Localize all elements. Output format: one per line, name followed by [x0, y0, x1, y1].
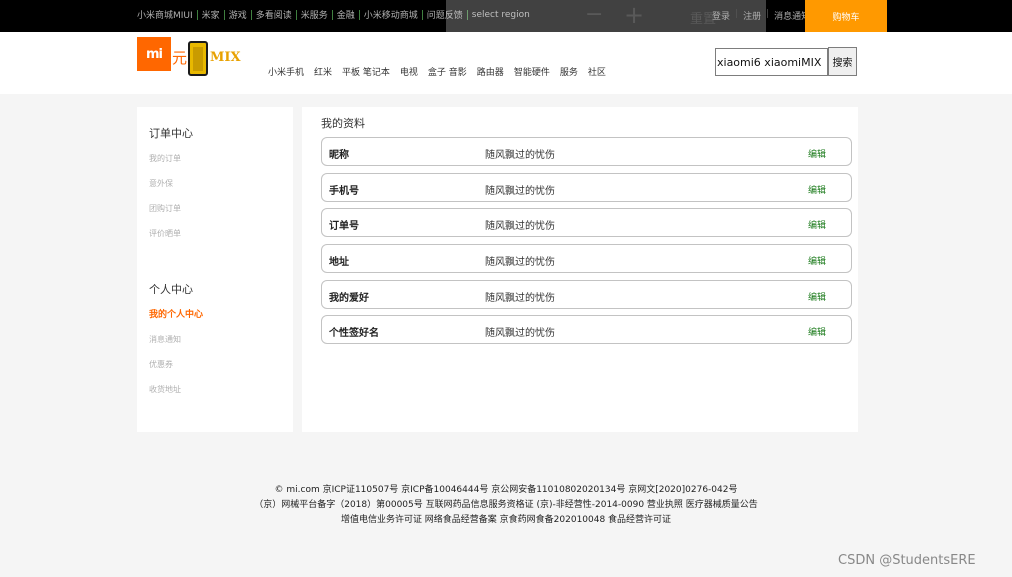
nav-item-phone[interactable]: 小米手机	[268, 65, 304, 78]
nav-item-smart[interactable]: 智能硬件	[514, 65, 550, 78]
row-value: 随风飘过的忧伤	[485, 186, 555, 197]
register-link[interactable]: 注册	[743, 9, 761, 22]
row-label: 订单号	[329, 221, 359, 232]
footer-line-3: 增值电信业务许可证 网络食品经营备案 京食药网食备202010048 食品经营许…	[340, 515, 672, 525]
edit-button[interactable]: 编辑	[808, 325, 826, 338]
personal-center-title: 个人中心	[149, 283, 193, 296]
sidebar-item-messages[interactable]: 消息通知	[149, 334, 181, 345]
row-value: 随风飘过的忧伤	[485, 293, 555, 304]
top-link-game[interactable]: 游戏	[225, 8, 251, 21]
profile-row-signature: 个性签好名 随风飘过的忧伤 编辑	[321, 315, 852, 344]
edit-button[interactable]: 编辑	[808, 183, 826, 196]
edit-button[interactable]: 编辑	[808, 254, 826, 267]
profile-row-address: 地址 随风飘过的忧伤 编辑	[321, 244, 852, 273]
top-link-mijia[interactable]: 米家	[198, 8, 224, 21]
sidebar-item-insurance[interactable]: 意外保	[149, 178, 173, 189]
sidebar-item-group-orders[interactable]: 团购订单	[149, 203, 181, 214]
nav-item-box[interactable]: 盒子 音影	[428, 65, 467, 78]
nav-item-tablet[interactable]: 平板 笔记本	[342, 65, 390, 78]
top-link-finance[interactable]: 金融	[333, 8, 359, 21]
edit-button[interactable]: 编辑	[808, 147, 826, 160]
nav-item-router[interactable]: 路由器	[477, 65, 504, 78]
main-nav: 小米手机 红米 平板 笔记本 电视 盒子 音影 路由器 智能硬件 服务 社区	[268, 65, 606, 78]
profile-row-nickname: 昵称 随风飘过的忧伤 编辑	[321, 137, 852, 166]
footer: © mi.com 京ICP证110507号 京ICP备10046444号 京公网…	[0, 483, 1012, 528]
search-input[interactable]	[715, 48, 828, 76]
footer-line-1: © mi.com 京ICP证110507号 京ICP备10046444号 京公网…	[274, 485, 738, 495]
nav-item-redmi[interactable]: 红米	[314, 65, 332, 78]
profile-row-hobby: 我的爱好 随风飘过的忧伤 编辑	[321, 280, 852, 309]
nav-item-community[interactable]: 社区	[588, 65, 606, 78]
sidebar: 订单中心 我的订单 意外保 团购订单 评价晒单 个人中心 我的个人中心 消息通知…	[137, 107, 293, 432]
profile-row-phone: 手机号 随风飘过的忧伤 编辑	[321, 173, 852, 202]
top-link-service[interactable]: 米服务	[297, 8, 332, 21]
row-value: 随风飘过的忧伤	[485, 257, 555, 268]
zoom-in-button[interactable]: +	[624, 1, 644, 29]
sidebar-item-my-center[interactable]: 我的个人中心	[149, 307, 203, 320]
nav-item-tv[interactable]: 电视	[400, 65, 418, 78]
order-center-title: 订单中心	[149, 127, 193, 140]
row-label: 地址	[329, 257, 349, 268]
row-label: 手机号	[329, 186, 359, 197]
phone-icon	[188, 41, 208, 76]
watermark: CSDN @StudentsERE	[838, 553, 976, 568]
cart-label: 购物车	[832, 12, 860, 23]
row-value: 随风飘过的忧伤	[485, 150, 555, 161]
top-link-miui[interactable]: 小米商城MIUI	[137, 8, 197, 21]
logo-text: 元	[172, 49, 188, 67]
sidebar-item-reviews[interactable]: 评价晒单	[149, 228, 181, 239]
logo-mix: MIX	[210, 50, 241, 65]
profile-panel: 我的资料 昵称 随风飘过的忧伤 编辑 手机号 随风飘过的忧伤 编辑 订单号 随风…	[302, 107, 858, 432]
row-value: 随风飘过的忧伤	[485, 328, 555, 339]
row-label: 个性签好名	[329, 328, 379, 339]
zoom-out-button[interactable]: −	[585, 2, 603, 27]
row-label: 昵称	[329, 150, 349, 161]
row-value: 随风飘过的忧伤	[485, 221, 555, 232]
top-link-duokan[interactable]: 多看阅读	[252, 8, 296, 21]
row-label: 我的爱好	[329, 293, 369, 304]
footer-line-2: （京）网械平台备字（2018）第00005号 互联网药品信息服务资格证 (京)-…	[254, 500, 758, 510]
profile-row-order: 订单号 随风飘过的忧伤 编辑	[321, 208, 852, 237]
mi-logo[interactable]: mi	[137, 37, 171, 71]
sidebar-item-coupons[interactable]: 优惠券	[149, 359, 173, 370]
edit-button[interactable]: 编辑	[808, 218, 826, 231]
user-links: 登录 | 注册 | 消息通知	[712, 9, 811, 22]
top-link-mobile[interactable]: 小米移动商城	[360, 8, 422, 21]
page-title: 我的资料	[321, 117, 365, 130]
edit-button[interactable]: 编辑	[808, 290, 826, 303]
login-link[interactable]: 登录	[712, 9, 730, 22]
nav-item-service[interactable]: 服务	[560, 65, 578, 78]
search-button[interactable]: 搜索	[828, 47, 857, 76]
sidebar-item-addresses[interactable]: 收货地址	[149, 384, 181, 395]
sidebar-item-my-orders[interactable]: 我的订单	[149, 153, 181, 164]
cart-button[interactable]: 购物车	[805, 0, 887, 32]
